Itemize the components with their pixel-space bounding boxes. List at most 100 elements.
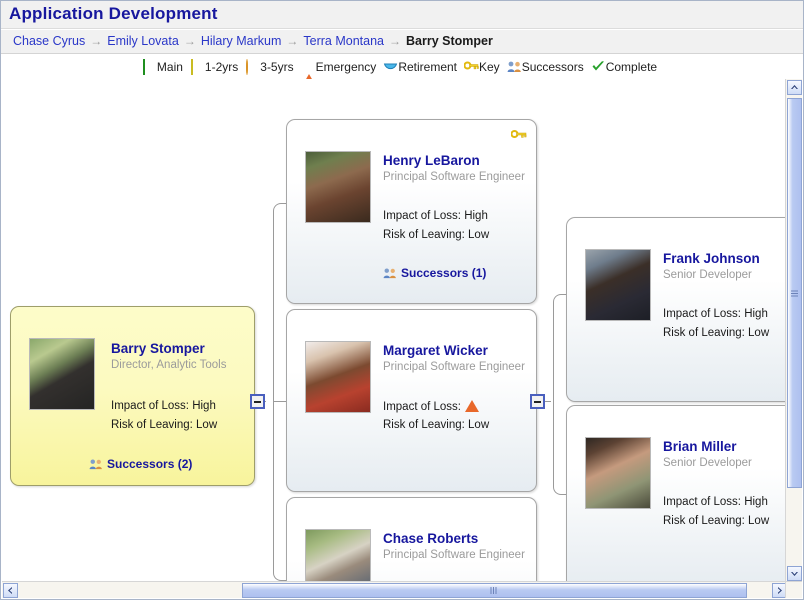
collapse-toggle-margaret-children[interactable] bbox=[530, 394, 545, 409]
breadcrumb-item-hilary-markum[interactable]: Hilary Markum bbox=[201, 34, 282, 48]
person-title: Principal Software Engineer bbox=[383, 549, 525, 561]
risk-of-leaving-label: Risk of Leaving: bbox=[383, 419, 465, 431]
person-title: Principal Software Engineer bbox=[383, 171, 525, 183]
successors-icon bbox=[383, 267, 397, 279]
page-title: Application Development bbox=[9, 4, 218, 24]
horizontal-scrollbar[interactable] bbox=[2, 581, 788, 598]
key-icon bbox=[511, 128, 527, 140]
check-icon bbox=[591, 60, 605, 74]
breadcrumb-separator-icon: → bbox=[286, 34, 298, 48]
risk-of-leaving-label: Risk of Leaving: bbox=[111, 419, 193, 431]
successors-link-label: Successors (2) bbox=[107, 457, 192, 471]
legend-item-successors: Successors bbox=[507, 60, 584, 74]
legend-item-key: Key bbox=[464, 60, 500, 74]
person-title: Senior Developer bbox=[663, 457, 752, 469]
breadcrumb-separator-icon: → bbox=[90, 34, 102, 48]
avatar bbox=[585, 249, 651, 321]
connector-bracket-right-lower bbox=[553, 401, 567, 495]
legend-item-emergency: Emergency bbox=[301, 60, 377, 74]
legend: Main1-2yrs3-5yrsEmergencyRetirementKeySu… bbox=[1, 55, 804, 79]
connector-middle-margaret bbox=[273, 401, 287, 402]
person-card-frank-johnson[interactable]: Frank Johnson Senior Developer Impact of… bbox=[566, 217, 788, 402]
chevron-left-icon bbox=[4, 584, 17, 597]
person-name[interactable]: Margaret Wicker bbox=[383, 343, 488, 358]
risk-of-leaving-label: Risk of Leaving: bbox=[663, 327, 745, 339]
risk-of-leaving: Risk of Leaving: Low bbox=[383, 229, 489, 241]
scrollbar-grip-icon bbox=[487, 584, 500, 597]
breadcrumb: Chase Cyrus → Emily Lovata → Hilary Markum → T… bbox=[13, 34, 493, 48]
breadcrumb-item-emily-lovata[interactable]: Emily Lovata bbox=[107, 34, 179, 48]
person-card-henry-lebaron[interactable]: Henry LeBaron Principal Software Enginee… bbox=[286, 119, 537, 304]
legend-label: 3-5yrs bbox=[260, 60, 293, 74]
avatar bbox=[305, 151, 371, 223]
breadcrumb-separator-icon: → bbox=[184, 34, 196, 48]
connector-bracket-right-upper bbox=[553, 294, 567, 402]
avatar bbox=[305, 529, 371, 582]
person-card-margaret-wicker[interactable]: Margaret Wicker Principal Software Engin… bbox=[286, 309, 537, 492]
retirement-icon bbox=[383, 60, 397, 74]
avatar bbox=[585, 437, 651, 509]
header-bar: Application Development bbox=[1, 1, 804, 29]
legend-label: Emergency bbox=[316, 60, 377, 74]
orange-triangle-icon bbox=[301, 60, 315, 74]
person-name[interactable]: Brian Miller bbox=[663, 439, 737, 454]
scrollbar-grip-icon bbox=[788, 287, 801, 300]
emergency-triangle-icon bbox=[465, 400, 479, 412]
impact-of-loss: Impact of Loss: High bbox=[663, 308, 768, 320]
person-title: Director, Analytic Tools bbox=[111, 359, 226, 371]
risk-of-leaving: Risk of Leaving: Low bbox=[663, 327, 769, 339]
vertical-scrollbar-thumb[interactable] bbox=[787, 98, 802, 488]
org-chart-canvas[interactable]: Barry Stomper Director, Analytic Tools I… bbox=[2, 79, 788, 582]
collapse-toggle-barry-children[interactable] bbox=[250, 394, 265, 409]
person-card-chase-roberts[interactable]: Chase Roberts Principal Software Enginee… bbox=[286, 497, 537, 582]
impact-of-loss-value: High bbox=[192, 400, 216, 412]
impact-of-loss-value: High bbox=[744, 308, 768, 320]
person-title: Senior Developer bbox=[663, 269, 752, 281]
impact-of-loss-label: Impact of Loss: bbox=[383, 210, 461, 222]
impact-of-loss: Impact of Loss: High bbox=[383, 210, 488, 222]
person-name[interactable]: Barry Stomper bbox=[111, 341, 205, 356]
person-name[interactable]: Chase Roberts bbox=[383, 531, 478, 546]
successors-link[interactable]: Successors (2) bbox=[89, 457, 192, 471]
risk-of-leaving-value: Low bbox=[468, 229, 489, 241]
impact-of-loss-label: Impact of Loss: bbox=[663, 496, 741, 508]
breadcrumb-item-chase-cyrus[interactable]: Chase Cyrus bbox=[13, 34, 85, 48]
person-name[interactable]: Henry LeBaron bbox=[383, 153, 480, 168]
chevron-up-icon bbox=[788, 81, 801, 94]
legend-item-main: Main bbox=[142, 60, 183, 74]
legend-item-complete: Complete bbox=[591, 60, 657, 74]
person-card-barry-stomper[interactable]: Barry Stomper Director, Analytic Tools I… bbox=[10, 306, 255, 486]
successors-link-label: Successors (1) bbox=[401, 266, 486, 280]
impact-of-loss-value: High bbox=[464, 210, 488, 222]
legend-label: Main bbox=[157, 60, 183, 74]
scrollbar-corner bbox=[785, 581, 802, 598]
person-card-brian-miller[interactable]: Brian Miller Senior Developer Impact of … bbox=[566, 405, 788, 582]
legend-label: Retirement bbox=[398, 60, 457, 74]
risk-of-leaving-label: Risk of Leaving: bbox=[383, 229, 465, 241]
scroll-left-arrow-icon[interactable] bbox=[3, 583, 18, 598]
horizontal-scrollbar-thumb[interactable] bbox=[242, 583, 747, 598]
scroll-down-arrow-icon[interactable] bbox=[787, 566, 802, 581]
breadcrumb-item-terra-montana[interactable]: Terra Montana bbox=[303, 34, 384, 48]
green-diamond-icon bbox=[142, 60, 156, 74]
risk-of-leaving-label: Risk of Leaving: bbox=[663, 515, 745, 527]
successors-link[interactable]: Successors (1) bbox=[383, 266, 486, 280]
connector-bracket-middle bbox=[273, 203, 287, 403]
scroll-up-arrow-icon[interactable] bbox=[787, 80, 802, 95]
breadcrumb-separator-icon: → bbox=[389, 34, 401, 48]
risk-of-leaving-value: Low bbox=[196, 419, 217, 431]
legend-label: Key bbox=[479, 60, 500, 74]
connector-bracket-middle-lower bbox=[273, 401, 287, 581]
vertical-scrollbar[interactable] bbox=[785, 79, 802, 582]
legend-label: Successors bbox=[522, 60, 584, 74]
avatar bbox=[29, 338, 95, 410]
avatar bbox=[305, 341, 371, 413]
risk-of-leaving: Risk of Leaving: Low bbox=[111, 419, 217, 431]
breadcrumb-item-barry-stomper: Barry Stomper bbox=[406, 34, 493, 48]
person-name[interactable]: Frank Johnson bbox=[663, 251, 760, 266]
impact-of-loss-value: High bbox=[744, 496, 768, 508]
risk-of-leaving-value: Low bbox=[748, 515, 769, 527]
legend-label: Complete bbox=[606, 60, 657, 74]
risk-of-leaving-value: Low bbox=[468, 419, 489, 431]
risk-of-leaving: Risk of Leaving: Low bbox=[663, 515, 769, 527]
